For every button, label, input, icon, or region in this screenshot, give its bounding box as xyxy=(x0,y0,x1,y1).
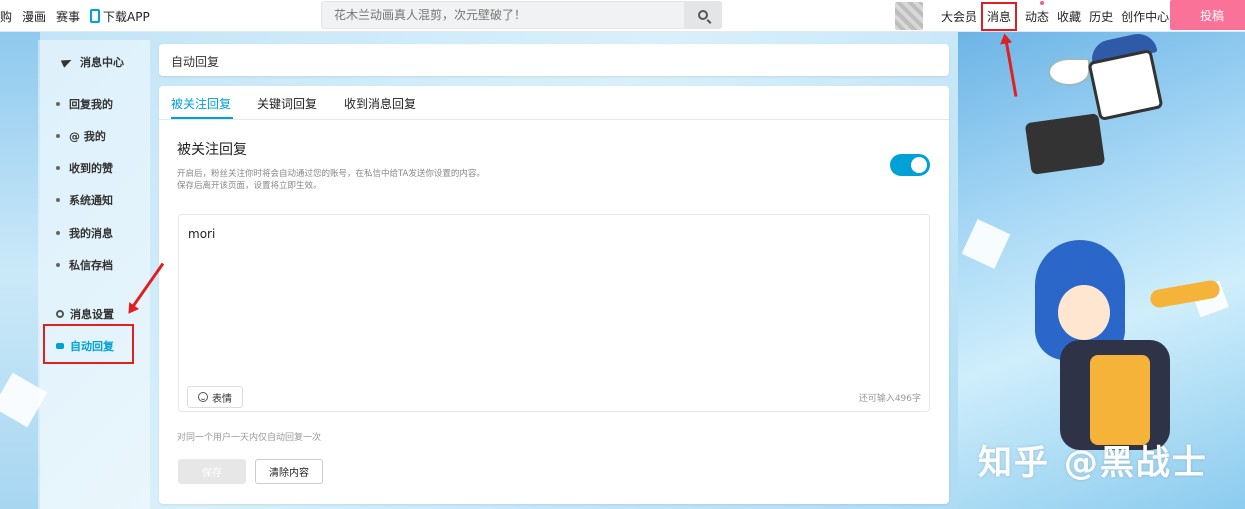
nav-download-app-label: 下载APP xyxy=(103,9,150,24)
sidebar-item-likes[interactable]: 收到的赞 xyxy=(56,160,113,176)
notification-dot xyxy=(1040,1,1044,5)
clear-content-button[interactable]: 清除内容 xyxy=(255,459,323,484)
nav-vip[interactable]: 大会员 xyxy=(941,8,977,25)
sidebar-header-label: 消息中心 xyxy=(80,56,124,69)
nav-history[interactable]: 历史 xyxy=(1089,8,1113,25)
watermark: 知乎 @黑战士 xyxy=(978,443,1208,483)
reply-content-input[interactable]: mori xyxy=(188,227,918,377)
section-description: 开启后，粉丝关注你时将会自动通过您的账号，在私信中给TA发送你设置的内容。 保存… xyxy=(177,168,485,192)
char-count: 还可输入496字 xyxy=(858,394,921,404)
avatar[interactable] xyxy=(895,2,923,30)
toggle-knob xyxy=(911,157,927,173)
tv-mascot-wing xyxy=(1048,58,1090,86)
sidebar-item-label: @ 我的 xyxy=(69,130,106,143)
nav-messages[interactable]: 消息 xyxy=(981,1,1018,31)
search-icon xyxy=(698,10,708,20)
nav-creator-center[interactable]: 创作中心 xyxy=(1121,8,1169,25)
tab-bar: 被关注回复 关键词回复 收到消息回复 xyxy=(159,86,949,120)
section-title: 被关注回复 xyxy=(177,142,247,158)
sidebar-item-label: 回复我的 xyxy=(69,98,113,111)
sidebar-item-label: 消息设置 xyxy=(70,308,114,321)
tab-active-indicator xyxy=(171,117,233,119)
sidebar-item-mentions[interactable]: @ 我的 xyxy=(56,128,106,144)
tab-follow-reply[interactable]: 被关注回复 xyxy=(171,95,231,112)
description-line: 保存后离开该页面，设置将立即生效。 xyxy=(177,181,322,191)
nav-dynamics[interactable]: 动态 xyxy=(1025,8,1049,25)
background-left-strip xyxy=(0,32,40,509)
annotation-box-auto-reply xyxy=(43,324,134,364)
tab-message-reply[interactable]: 收到消息回复 xyxy=(344,95,416,112)
save-button[interactable]: 保存 xyxy=(178,459,246,484)
character-face xyxy=(1058,285,1110,340)
emoji-button-label: 表情 xyxy=(212,393,232,405)
bullet-icon xyxy=(56,134,60,138)
nav-events[interactable]: 赛事 xyxy=(56,8,80,25)
bullet-icon xyxy=(56,166,60,170)
character-shirt xyxy=(1090,355,1150,445)
top-nav-right: 大会员 消息 动态 收藏 历史 创作中心 xyxy=(941,0,1177,32)
description-line: 开启后，粉丝关注你时将会自动通过您的账号，在私信中给TA发送你设置的内容。 xyxy=(177,169,485,179)
search-button[interactable] xyxy=(684,2,722,28)
sidebar-item-archive[interactable]: 私信存档 xyxy=(56,257,113,273)
smiley-icon xyxy=(198,392,208,402)
bullet-icon xyxy=(56,102,60,106)
nav-download-app[interactable]: 下载APP xyxy=(90,8,150,25)
search-bar xyxy=(321,1,722,29)
page-title: 自动回复 xyxy=(171,55,220,69)
mascot-bag xyxy=(1024,113,1106,175)
top-navigation-bar: 购 漫画 赛事 下载APP 大会员 消息 动态 收藏 历史 创作中心 投稿 xyxy=(0,0,1245,32)
bullet-icon xyxy=(56,198,60,202)
sidebar-header: 消息中心 xyxy=(60,54,124,70)
sidebar-item-label: 我的消息 xyxy=(69,227,113,240)
phone-icon xyxy=(90,9,101,23)
sidebar-item-replies[interactable]: 回复我的 xyxy=(56,96,113,112)
nav-shop[interactable]: 购 xyxy=(0,8,12,25)
emoji-button[interactable]: 表情 xyxy=(187,386,243,408)
paper-plane-icon xyxy=(60,56,74,68)
reply-frequency-note: 对同一个用户一天内仅自动回复一次 xyxy=(177,433,322,443)
reply-editor: mori 表情 还可输入496字 xyxy=(178,214,930,412)
nav-manga[interactable]: 漫画 xyxy=(22,8,46,25)
sidebar-item-label: 收到的赞 xyxy=(69,162,113,175)
sidebar-item-label: 私信存档 xyxy=(69,259,113,272)
sidebar-item-settings[interactable]: 消息设置 xyxy=(56,306,114,322)
auto-reply-toggle[interactable] xyxy=(890,154,930,176)
top-nav-left: 购 漫画 赛事 下载APP xyxy=(0,0,160,32)
sidebar-item-label: 系统通知 xyxy=(69,194,113,207)
sidebar-item-system[interactable]: 系统通知 xyxy=(56,192,113,208)
tab-keyword-reply[interactable]: 关键词回复 xyxy=(257,95,317,112)
auto-reply-panel: 被关注回复 关键词回复 收到消息回复 被关注回复 开启后，粉丝关注你时将会自动通… xyxy=(159,86,949,504)
upload-button[interactable]: 投稿 xyxy=(1170,0,1245,30)
gear-icon xyxy=(56,310,64,318)
bullet-icon xyxy=(56,231,60,235)
sidebar-item-my-messages[interactable]: 我的消息 xyxy=(56,225,113,241)
nav-favorites[interactable]: 收藏 xyxy=(1057,8,1081,25)
message-sidebar: 消息中心 回复我的 @ 我的 收到的赞 系统通知 我的消息 私信存档 消息设置 … xyxy=(38,40,150,509)
bullet-icon xyxy=(56,263,60,267)
search-input[interactable] xyxy=(322,2,684,28)
page-title-card: 自动回复 xyxy=(159,44,949,76)
